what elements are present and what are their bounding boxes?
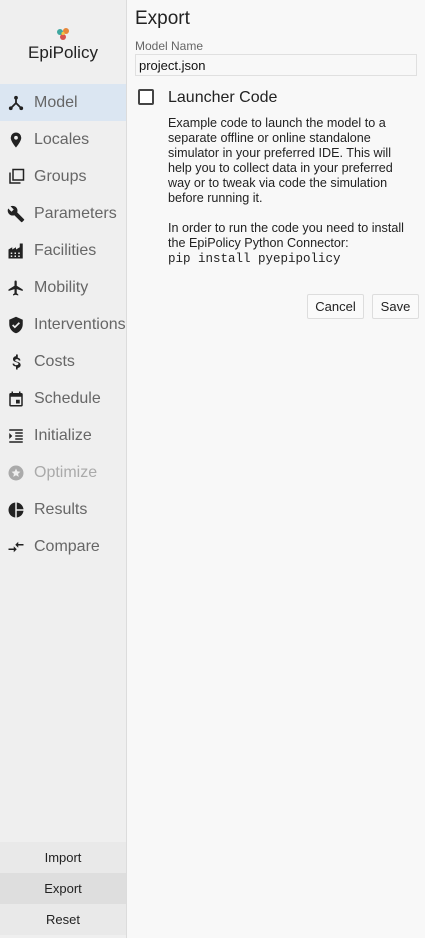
- sidebar-item-optimize[interactable]: Optimize: [0, 454, 126, 491]
- wrench-icon: [7, 205, 25, 223]
- sidebar-item-model[interactable]: Model: [0, 84, 126, 121]
- sidebar-item-facilities[interactable]: Facilities: [0, 232, 126, 269]
- sidebar-bottom-actions: Import Export Reset: [0, 842, 126, 935]
- shield-icon: [7, 316, 25, 334]
- building-icon: [7, 242, 25, 260]
- sidebar-item-label: Interventions: [34, 315, 126, 333]
- reset-button[interactable]: Reset: [0, 904, 126, 935]
- sidebar-item-label: Model: [34, 93, 78, 111]
- export-button[interactable]: Export: [0, 873, 126, 904]
- save-button[interactable]: Save: [372, 294, 419, 319]
- launcher-code-description: Example code to launch the model to a se…: [168, 116, 408, 267]
- sidebar-item-label: Compare: [34, 537, 100, 555]
- install-command: pip install pyepipolicy: [168, 252, 341, 266]
- sidebar-item-label: Costs: [34, 352, 75, 370]
- sidebar-item-label: Groups: [34, 167, 87, 185]
- sidebar-item-locales[interactable]: Locales: [0, 121, 126, 158]
- sidebar-item-mobility[interactable]: Mobility: [0, 269, 126, 306]
- sidebar-item-label: Locales: [34, 130, 90, 148]
- model-icon: [7, 94, 25, 112]
- export-panel: Export Model Name Launcher Code Example …: [127, 0, 425, 938]
- sidebar-item-groups[interactable]: Groups: [0, 158, 126, 195]
- calendar-icon: [7, 390, 25, 408]
- sidebar-item-label: Mobility: [34, 278, 89, 296]
- sidebar-item-label: Optimize: [34, 463, 98, 481]
- logo-text: EpiPolicy: [28, 43, 98, 62]
- sidebar-item-label: Schedule: [34, 389, 101, 407]
- import-button[interactable]: Import: [0, 842, 126, 873]
- launcher-code-checkbox[interactable]: [138, 89, 154, 105]
- install-note: In order to run the code you need to ins…: [168, 221, 408, 267]
- logo[interactable]: EpiPolicy: [0, 24, 126, 64]
- star-circle-icon: [7, 464, 25, 482]
- location-pin-icon: [7, 131, 25, 149]
- pie-chart-icon: [7, 501, 25, 519]
- logo-icon: [57, 28, 69, 40]
- sidebar-item-compare[interactable]: Compare: [0, 528, 126, 565]
- cancel-button[interactable]: Cancel: [307, 294, 364, 319]
- launcher-code-label[interactable]: Launcher Code: [168, 89, 277, 107]
- sidebar-item-label: Parameters: [34, 204, 117, 222]
- sidebar-item-costs[interactable]: Costs: [0, 343, 126, 380]
- sidebar-item-parameters[interactable]: Parameters: [0, 195, 126, 232]
- model-name-input[interactable]: [135, 54, 417, 76]
- compare-arrows-icon: [7, 538, 25, 556]
- sidebar-item-initialize[interactable]: Initialize: [0, 417, 126, 454]
- install-note-text: In order to run the code you need to ins…: [168, 221, 404, 250]
- sidebar-item-label: Initialize: [34, 426, 92, 444]
- page-title: Export: [135, 8, 190, 29]
- sidebar-item-interventions[interactable]: Interventions: [0, 306, 126, 343]
- indent-icon: [7, 427, 25, 445]
- sidebar-item-label: Facilities: [34, 241, 97, 259]
- model-name-label: Model Name: [135, 39, 204, 53]
- description-text: Example code to launch the model to a se…: [168, 116, 393, 205]
- airplane-icon: [7, 279, 25, 297]
- sidebar: EpiPolicy Model Locales Groups Parameter…: [0, 0, 127, 938]
- dollar-icon: [7, 353, 25, 371]
- sidebar-item-label: Results: [34, 500, 88, 518]
- layers-icon: [7, 168, 25, 186]
- sidebar-item-results[interactable]: Results: [0, 491, 126, 528]
- sidebar-nav: Model Locales Groups Parameters Faciliti…: [0, 84, 126, 565]
- sidebar-item-schedule[interactable]: Schedule: [0, 380, 126, 417]
